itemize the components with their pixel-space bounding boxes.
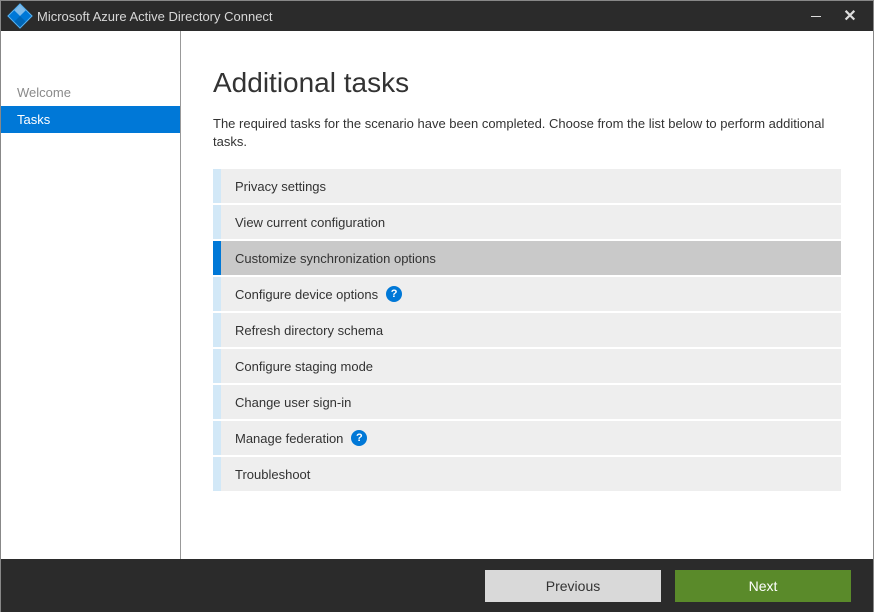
sidebar-item-label: Welcome — [17, 85, 71, 100]
page-description: The required tasks for the scenario have… — [213, 115, 841, 151]
task-label: Privacy settings — [235, 179, 326, 194]
task-accent — [213, 457, 221, 491]
page-title: Additional tasks — [213, 67, 841, 99]
task-accent — [213, 241, 221, 275]
task-change-user-sign-in[interactable]: Change user sign-in — [213, 385, 841, 419]
main-panel: Additional tasks The required tasks for … — [181, 31, 873, 559]
azure-logo-icon — [7, 3, 32, 28]
task-manage-federation[interactable]: Manage federation ? — [213, 421, 841, 455]
task-accent — [213, 205, 221, 239]
task-label: Troubleshoot — [235, 467, 310, 482]
task-accent — [213, 349, 221, 383]
task-configure-device-options[interactable]: Configure device options ? — [213, 277, 841, 311]
task-configure-staging-mode[interactable]: Configure staging mode — [213, 349, 841, 383]
task-privacy-settings[interactable]: Privacy settings — [213, 169, 841, 203]
minimize-button[interactable] — [799, 1, 833, 31]
sidebar-item-welcome[interactable]: Welcome — [1, 79, 180, 106]
task-label: Customize synchronization options — [235, 251, 436, 266]
help-icon[interactable]: ? — [386, 286, 402, 302]
task-accent — [213, 313, 221, 347]
help-icon[interactable]: ? — [351, 430, 367, 446]
task-label: Refresh directory schema — [235, 323, 383, 338]
task-accent — [213, 385, 221, 419]
task-view-current-configuration[interactable]: View current configuration — [213, 205, 841, 239]
task-label: View current configuration — [235, 215, 385, 230]
task-refresh-directory-schema[interactable]: Refresh directory schema — [213, 313, 841, 347]
close-button[interactable]: ✕ — [833, 1, 867, 31]
task-label: Configure device options — [235, 287, 378, 302]
task-accent — [213, 169, 221, 203]
body-area: Welcome Tasks Additional tasks The requi… — [1, 31, 873, 559]
next-button[interactable]: Next — [675, 570, 851, 602]
task-accent — [213, 421, 221, 455]
footer: Previous Next — [1, 559, 873, 612]
task-label: Change user sign-in — [235, 395, 351, 410]
task-troubleshoot[interactable]: Troubleshoot — [213, 457, 841, 491]
titlebar: Microsoft Azure Active Directory Connect… — [1, 1, 873, 31]
previous-button[interactable]: Previous — [485, 570, 661, 602]
task-label: Configure staging mode — [235, 359, 373, 374]
sidebar: Welcome Tasks — [1, 31, 181, 559]
task-label: Manage federation — [235, 431, 343, 446]
window-title: Microsoft Azure Active Directory Connect — [37, 9, 799, 24]
task-customize-synchronization-options[interactable]: Customize synchronization options — [213, 241, 841, 275]
sidebar-item-tasks[interactable]: Tasks — [1, 106, 180, 133]
task-accent — [213, 277, 221, 311]
sidebar-item-label: Tasks — [17, 112, 50, 127]
task-list: Privacy settings View current configurat… — [213, 169, 841, 491]
